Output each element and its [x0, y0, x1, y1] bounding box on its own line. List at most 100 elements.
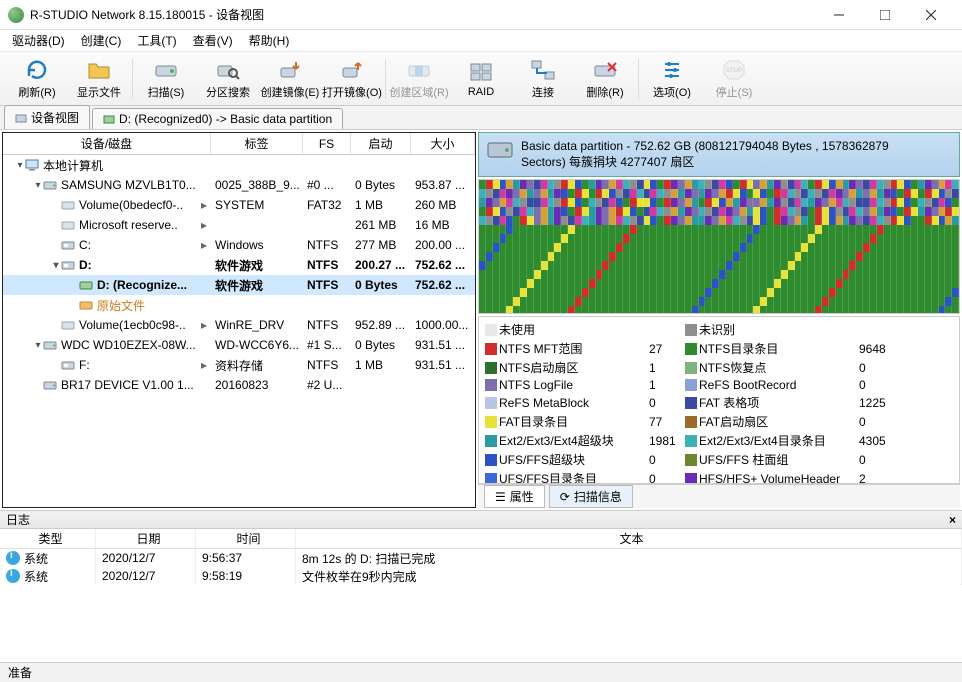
- menu-bar: 驱动器(D) 创建(C) 工具(T) 查看(V) 帮助(H): [0, 30, 962, 52]
- legend-swatch: [485, 397, 497, 409]
- right-panel: Basic data partition - 752.62 GB (808121…: [478, 132, 960, 508]
- tab-properties[interactable]: ☰属性: [484, 485, 545, 508]
- scan-legend: 未使用未识别NTFS MFT范围27NTFS目录条目9648NTFS启动扇区1N…: [478, 316, 960, 484]
- log-row[interactable]: 系统2020/12/79:58:19文件枚举在9秒内完成: [0, 567, 962, 585]
- log-col-time[interactable]: 时间: [196, 529, 296, 548]
- legend-swatch: [685, 343, 697, 355]
- minimize-button[interactable]: [816, 0, 862, 30]
- toolbar-connect-button[interactable]: 连接: [512, 54, 574, 104]
- createregion-icon: [405, 58, 433, 82]
- col-start[interactable]: 启动: [351, 133, 411, 154]
- legend-label: NTFS LogFile: [499, 378, 649, 392]
- log-close-icon[interactable]: ×: [949, 513, 956, 527]
- legend-label: FAT 表格项: [699, 394, 859, 411]
- legend-swatch: [685, 324, 697, 336]
- toolbar-regionsearch-button[interactable]: 分区搜索: [197, 54, 259, 104]
- options-icon: [658, 58, 686, 82]
- device-tree-panel: 设备/磁盘 标签 FS 启动 大小 ▾本地计算机▾SAMSUNG MZVLB1T…: [2, 132, 476, 508]
- stop-icon: STOP: [720, 58, 748, 82]
- toolbar-createregion-button: 创建区域(R): [388, 54, 450, 104]
- log-panel: 日志 × 类型 日期 时间 文本 系统2020/12/79:56:378m 12…: [0, 510, 962, 662]
- legend-value: 0: [859, 415, 899, 429]
- right-tabs: ☰属性 ⟳扫描信息: [478, 484, 960, 508]
- tree-row[interactable]: 原始文件: [3, 295, 475, 315]
- menu-tool[interactable]: 工具(T): [129, 30, 184, 51]
- legend-value: 0: [859, 361, 899, 375]
- title-bar: R-STUDIO Network 8.15.180015 - 设备视图: [0, 0, 962, 30]
- toolbar-showfiles-button[interactable]: 显示文件: [68, 54, 130, 104]
- legend-label: 未识别: [699, 321, 859, 338]
- col-device[interactable]: 设备/磁盘: [3, 133, 211, 154]
- hdd-icon: [43, 179, 57, 191]
- maximize-button[interactable]: [862, 0, 908, 30]
- tree-row[interactable]: ▾D:软件游戏NTFS200.27 ...752.62 ...: [3, 255, 475, 275]
- partition-info-text: Basic data partition - 752.62 GB (808121…: [521, 139, 889, 170]
- log-row[interactable]: 系统2020/12/79:56:378m 12s 的 D: 扫描已完成: [0, 549, 962, 567]
- doctab-1[interactable]: D: (Recognized0) -> Basic data partition: [92, 108, 343, 129]
- tree-header: 设备/磁盘 标签 FS 启动 大小: [3, 133, 475, 155]
- tree-row[interactable]: BR17 DEVICE V1.00 1...20160823#2 U...: [3, 375, 475, 395]
- raid-icon: [467, 60, 495, 84]
- partition-info-header: Basic data partition - 752.62 GB (808121…: [478, 132, 960, 177]
- legend-label: UFS/FFS超级块: [499, 451, 649, 468]
- toolbar-options-button[interactable]: 选项(O): [641, 54, 703, 104]
- menu-view[interactable]: 查看(V): [185, 30, 241, 51]
- toolbar-openimage-button[interactable]: 打开镜像(O): [321, 54, 383, 104]
- tree-row[interactable]: ▾WDC WD10EZEX-08W...WD-WCC6Y6...#1 S...0…: [3, 335, 475, 355]
- legend-value: 0: [859, 453, 899, 467]
- log-col-text[interactable]: 文本: [296, 529, 962, 548]
- window-title: R-STUDIO Network 8.15.180015 - 设备视图: [30, 6, 816, 23]
- doctab-0[interactable]: 设备视图: [4, 105, 90, 129]
- connect-icon: [529, 58, 557, 82]
- properties-icon: ☰: [495, 490, 506, 504]
- legend-swatch: [485, 454, 497, 466]
- legend-swatch: [485, 362, 497, 374]
- legend-label: ReFS MetaBlock: [499, 396, 649, 410]
- legend-value: 1225: [859, 396, 899, 410]
- col-fs[interactable]: FS: [303, 133, 351, 154]
- tree-row[interactable]: ▾SAMSUNG MZVLB1T0...0025_388B_9...#0 ...…: [3, 175, 475, 195]
- log-body[interactable]: 系统2020/12/79:56:378m 12s 的 D: 扫描已完成系统202…: [0, 549, 962, 662]
- tree-body[interactable]: ▾本地计算机▾SAMSUNG MZVLB1T0...0025_388B_9...…: [3, 155, 475, 507]
- legend-swatch: [685, 454, 697, 466]
- tree-row[interactable]: D: (Recognize...软件游戏NTFS0 Bytes752.62 ..…: [3, 275, 475, 295]
- scan-icon: [152, 58, 180, 82]
- hdd-icon: [43, 339, 57, 351]
- close-button[interactable]: [908, 0, 954, 30]
- tree-row[interactable]: C:▸WindowsNTFS277 MB200.00 ...: [3, 235, 475, 255]
- toolbar-refresh-button[interactable]: 刷新(R): [6, 54, 68, 104]
- legend-value: 1: [649, 378, 685, 392]
- tree-row[interactable]: ▾本地计算机: [3, 155, 475, 175]
- toolbar-removescan-button[interactable]: 删除(R): [574, 54, 636, 104]
- legend-label: HFS/HFS+ VolumeHeader: [699, 472, 859, 485]
- col-label[interactable]: 标签: [211, 133, 303, 154]
- drive-icon: [61, 239, 75, 251]
- tree-row[interactable]: Microsoft reserve..▸261 MB16 MB: [3, 215, 475, 235]
- info-icon: [6, 551, 20, 565]
- regionsearch-icon: [214, 58, 242, 82]
- legend-value: 4305: [859, 434, 899, 448]
- toolbar-raid-button[interactable]: RAID: [450, 54, 512, 104]
- tree-row[interactable]: F:▸资料存储NTFS1 MB931.51 ...: [3, 355, 475, 375]
- info-icon: [6, 569, 20, 583]
- log-col-date[interactable]: 日期: [96, 529, 196, 548]
- menu-drive[interactable]: 驱动器(D): [4, 30, 73, 51]
- tree-row[interactable]: Volume(0bedecf0-..▸SYSTEMFAT321 MB260 MB: [3, 195, 475, 215]
- col-size[interactable]: 大小: [411, 133, 475, 154]
- log-header: 日志 ×: [0, 511, 962, 529]
- toolbar-scan-button[interactable]: 扫描(S): [135, 54, 197, 104]
- legend-value: 0: [649, 453, 685, 467]
- legend-swatch: [485, 416, 497, 428]
- scan-map[interactable]: [478, 179, 960, 314]
- drive-icon: [61, 359, 75, 371]
- menu-help[interactable]: 帮助(H): [241, 30, 298, 51]
- vol-icon: [61, 219, 75, 231]
- legend-swatch: [485, 435, 497, 447]
- legend-value: 27: [649, 342, 685, 356]
- tree-row[interactable]: Volume(1ecb0c98-..▸WinRE_DRVNTFS952.89 .…: [3, 315, 475, 335]
- tab-scaninfo[interactable]: ⟳扫描信息: [549, 485, 633, 508]
- log-col-type[interactable]: 类型: [0, 529, 96, 548]
- menu-create[interactable]: 创建(C): [73, 30, 130, 51]
- toolbar-createimage-button[interactable]: 创建镜像(E): [259, 54, 321, 104]
- legend-swatch: [685, 435, 697, 447]
